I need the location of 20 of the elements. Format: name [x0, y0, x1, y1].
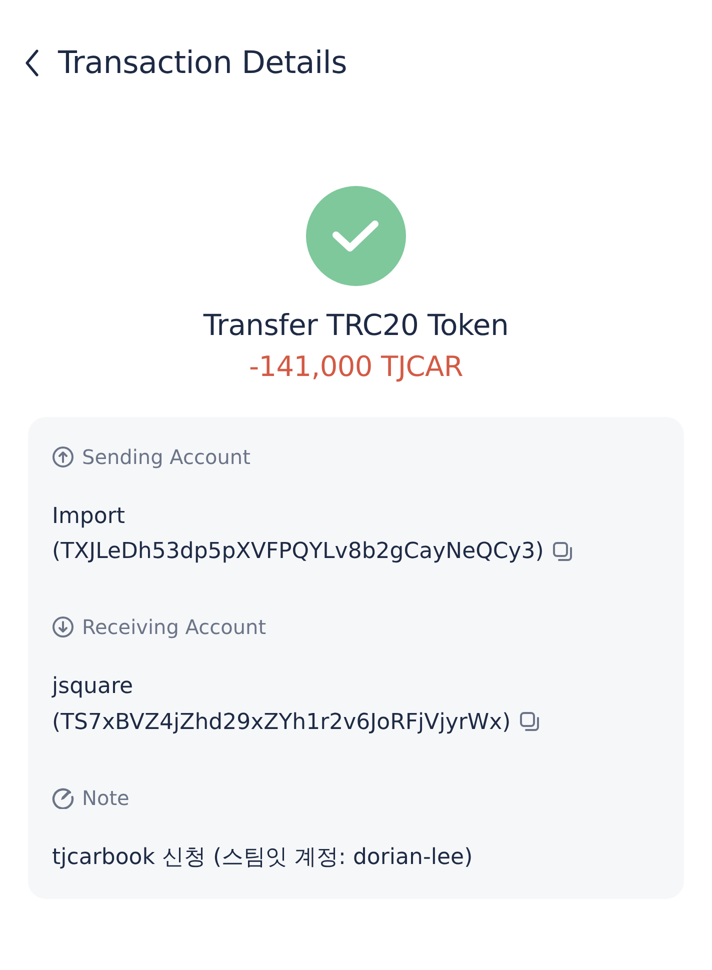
page-title: Transaction Details [58, 45, 347, 81]
transaction-amount: -141,000 TJCAR [248, 350, 464, 383]
section-label: Sending Account [82, 445, 250, 469]
copy-icon [552, 540, 574, 563]
chevron-left-icon [24, 49, 40, 77]
section-label: Receiving Account [82, 615, 266, 640]
copy-icon [518, 711, 541, 734]
pencil-circle-icon [52, 786, 74, 809]
account-address: (TXJLeDh53dp5pXVFPQYLv8b2gCayNeQCy3) [52, 538, 544, 566]
copy-button[interactable] [552, 540, 574, 563]
back-button[interactable] [24, 49, 40, 77]
account-name: Import [52, 503, 126, 531]
note-text: tjcarbook 신청 (스팀잇 계정: dorian-lee) [52, 844, 474, 872]
copy-button[interactable] [518, 711, 541, 734]
transaction-type: Transfer TRC20 Token [203, 308, 509, 342]
account-name: jsquare [52, 673, 134, 702]
section-label: Note [82, 786, 130, 810]
account-address: (TS7xBVZ4jZhd29xZYh1r2v6JoRFjVjyrWx) [52, 708, 511, 737]
arrow-down-circle-icon [52, 616, 74, 638]
arrow-up-circle-icon [52, 446, 74, 468]
